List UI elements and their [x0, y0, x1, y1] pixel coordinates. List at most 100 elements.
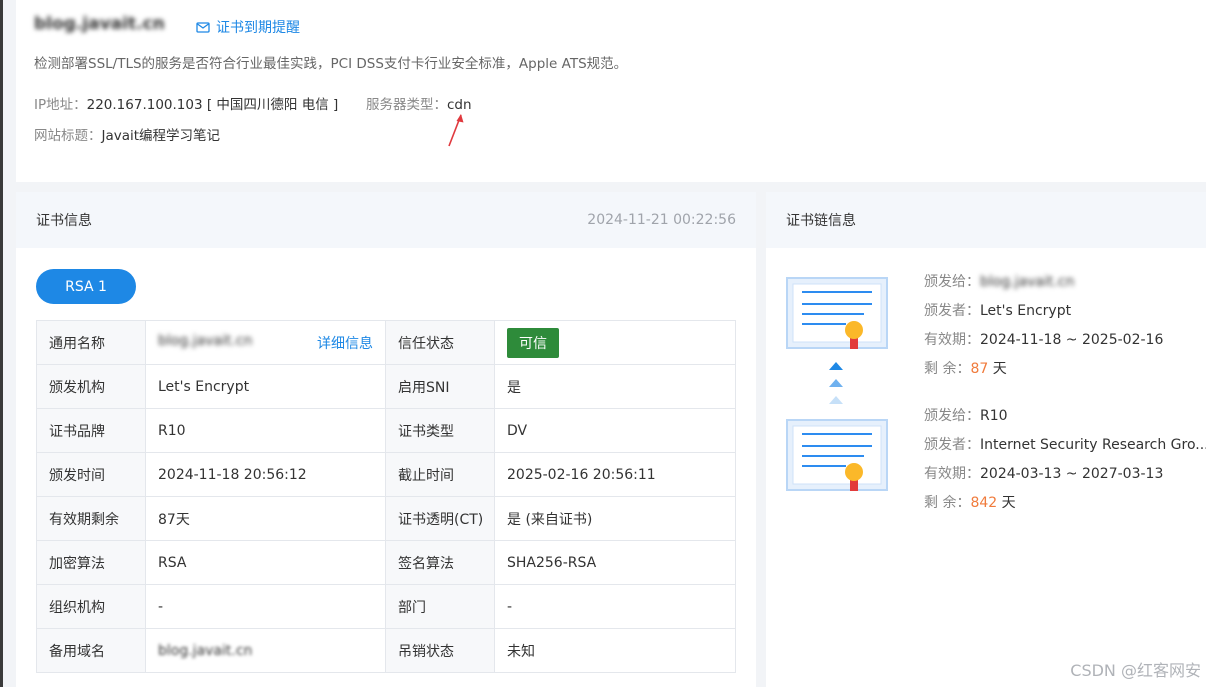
table-row: 有效期剩余 87天 证书透明(CT) 是 (来自证书) [36, 496, 736, 541]
san-cell: blog.javait.cn [145, 628, 386, 673]
validity-label: 有效期： [924, 466, 980, 482]
ip-label: IP地址： [34, 97, 87, 113]
cert-type-label: 证书类型 [385, 408, 495, 453]
brand-label: 证书品牌 [36, 408, 146, 453]
ip-value: 220.167.100.103 [ 中国四川德阳 电信 ] [86, 97, 339, 113]
revocation-label: 吊销状态 [385, 628, 495, 673]
san-label: 备用域名 [36, 628, 146, 673]
table-row: 证书品牌 R10 证书类型 DV [36, 408, 736, 453]
window-edge [0, 0, 3, 687]
table-row: 组织机构 - 部门 - [36, 584, 736, 629]
cert-info-panel: 证书信息 2024-11-21 00:22:56 RSA 1 通用名称 blog… [16, 192, 756, 687]
site-title-value: Javait编程学习笔记 [101, 128, 221, 144]
chain-validity-row: 有效期：2024-03-13 ~ 2027-03-13 [924, 460, 1206, 489]
common-name-value: blog.javait.cn [158, 332, 253, 349]
cert-chain-header: 证书链信息 [766, 192, 1206, 248]
san-value: blog.javait.cn [158, 642, 253, 659]
brand-value: R10 [145, 408, 386, 453]
ct-value: 是 (来自证书) [494, 496, 736, 541]
key-algo-label: 加密算法 [36, 540, 146, 585]
chain-issuer-row: 颁发者：Internet Security Research Gro... [924, 431, 1206, 460]
table-row: 通用名称 blog.javait.cn 详细信息 信任状态 可信 [36, 320, 736, 365]
chain-issued-to-row: 颁发给：blog.javait.cn [924, 268, 1163, 297]
issued-to-label: 颁发给： [924, 274, 980, 290]
issued-time-label: 颁发时间 [36, 452, 146, 497]
days-unit: 天 [1001, 495, 1016, 511]
annotation-arrow-icon [448, 114, 464, 147]
remaining-label: 剩 余： [924, 495, 971, 511]
issued-to-value: R10 [980, 408, 1008, 424]
site-title-label: 网站标题： [34, 128, 102, 144]
ip-row: IP地址：220.167.100.103 [ 中国四川德阳 电信 ] [34, 93, 338, 113]
ct-label: 证书透明(CT) [385, 496, 495, 541]
table-row: 颁发机构 Let's Encrypt 启用SNI 是 [36, 364, 736, 409]
expiry-reminder-link[interactable]: 证书到期提醒 [196, 17, 300, 37]
detail-info-link[interactable]: 详细信息 [317, 333, 373, 353]
trust-status-cell: 可信 [494, 320, 736, 365]
expiry-reminder-label: 证书到期提醒 [216, 20, 300, 36]
chain-remaining-row: 剩 余：87 天 [924, 355, 1163, 384]
chain-issuer-row: 颁发者：Let's Encrypt [924, 297, 1163, 326]
expiry-time-value: 2025-02-16 20:56:11 [494, 452, 736, 497]
sig-algo-label: 签名算法 [385, 540, 495, 585]
remaining-days: 87 [970, 361, 989, 377]
site-description: 检测部署SSL/TLS的服务是否符合行业最佳实践，PCI DSS支付卡行业安全标… [34, 56, 628, 72]
dept-label: 部门 [385, 584, 495, 629]
issuer-label: 颁发者： [924, 303, 980, 319]
validity-label: 有效期： [924, 332, 980, 348]
chain-leaf-info: 颁发给：blog.javait.cn 颁发者：Let's Encrypt 有效期… [924, 268, 1163, 384]
site-summary-panel: blog.javait.cn 证书到期提醒 检测部署SSL/TLS的服务是否符合… [16, 0, 1206, 182]
remaining-value: 87天 [145, 496, 386, 541]
cert-chain-panel: 证书链信息 颁发给：blog.javait.cn 颁发者：Let's Encry… [766, 192, 1206, 687]
expiry-time-label: 截止时间 [385, 452, 495, 497]
chain-remaining-row: 剩 余：842 天 [924, 489, 1206, 518]
site-title-row: 网站标题：Javait编程学习笔记 [34, 124, 220, 144]
common-name-cell: blog.javait.cn 详细信息 [145, 320, 386, 365]
mail-icon [196, 22, 210, 33]
table-row: 加密算法 RSA 签名算法 SHA256-RSA [36, 540, 736, 585]
sig-algo-value: SHA256-RSA [494, 540, 736, 585]
revocation-value: 未知 [494, 628, 736, 673]
certificate-icon [786, 419, 888, 491]
trust-status-label: 信任状态 [385, 320, 495, 365]
issued-to-value: blog.javait.cn [980, 274, 1075, 290]
cert-info-header: 证书信息 2024-11-21 00:22:56 [16, 192, 756, 248]
issuer-value: Let's Encrypt [145, 364, 386, 409]
trusted-badge: 可信 [507, 327, 559, 358]
cert-info-table: 通用名称 blog.javait.cn 详细信息 信任状态 可信 颁发机构 Let… [36, 320, 736, 673]
issued-time-value: 2024-11-18 20:56:12 [145, 452, 386, 497]
validity-value: 2024-03-13 ~ 2027-03-13 [980, 466, 1164, 482]
common-name-label: 通用名称 [36, 320, 146, 365]
server-type-label: 服务器类型： [366, 97, 447, 113]
cert-info-title: 证书信息 [36, 213, 92, 229]
remaining-label: 剩 余： [924, 361, 971, 377]
issuer-value: Internet Security Research Gro... [980, 437, 1206, 453]
cert-type-value: DV [494, 408, 736, 453]
validity-value: 2024-11-18 ~ 2025-02-16 [980, 332, 1164, 348]
sni-label: 启用SNI [385, 364, 495, 409]
tab-rsa-1[interactable]: RSA 1 [36, 269, 136, 304]
issuer-value: Let's Encrypt [980, 303, 1072, 319]
sni-value: 是 [494, 364, 736, 409]
chain-up-arrows-icon [829, 362, 843, 404]
issued-to-label: 颁发给： [924, 408, 980, 424]
table-row: 颁发时间 2024-11-18 20:56:12 截止时间 2025-02-16… [36, 452, 736, 497]
dept-value: - [494, 584, 736, 629]
org-label: 组织机构 [36, 584, 146, 629]
table-row: 备用域名 blog.javait.cn 吊销状态 未知 [36, 628, 736, 673]
chain-intermediate-info: 颁发给：R10 颁发者：Internet Security Research G… [924, 402, 1206, 518]
org-value: - [145, 584, 386, 629]
remaining-label: 有效期剩余 [36, 496, 146, 541]
site-domain: blog.javait.cn [34, 14, 165, 34]
chain-validity-row: 有效期：2024-11-18 ~ 2025-02-16 [924, 326, 1163, 355]
issuer-label: 颁发机构 [36, 364, 146, 409]
cert-chain-title: 证书链信息 [786, 213, 856, 229]
watermark: CSDN @红客网安 [1070, 661, 1201, 680]
certificate-icon [786, 277, 888, 349]
key-algo-value: RSA [145, 540, 386, 585]
issuer-label: 颁发者： [924, 437, 980, 453]
remaining-days: 842 [970, 495, 998, 511]
cert-check-time: 2024-11-21 00:22:56 [587, 212, 736, 228]
chain-issued-to-row: 颁发给：R10 [924, 402, 1206, 431]
days-unit: 天 [992, 361, 1007, 377]
